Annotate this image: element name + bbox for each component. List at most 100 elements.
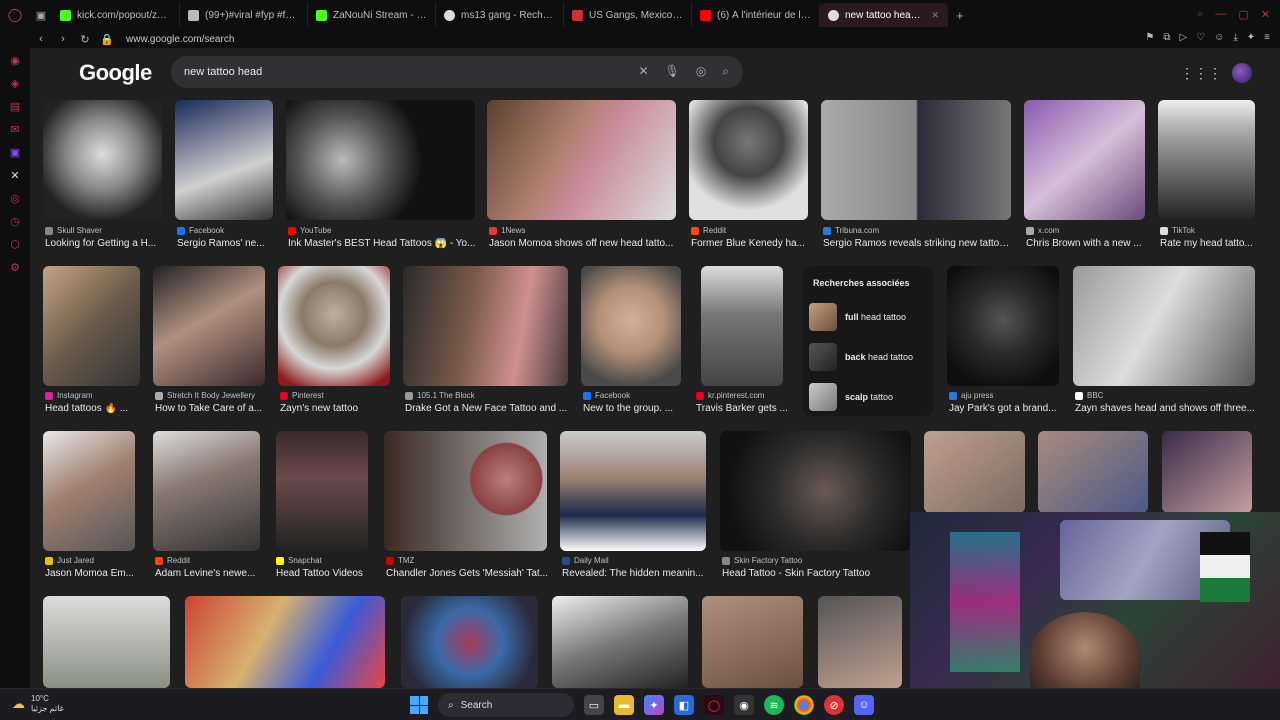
result-image[interactable] [689,100,808,220]
result-image[interactable] [1162,431,1252,513]
tab-2[interactable]: (99+)#viral #fyp #foryou [180,3,308,27]
taskbar-search[interactable]: ⌕ Search [438,693,574,717]
workspaces-icon[interactable]: ▣ [30,9,52,22]
result-image[interactable] [43,100,162,220]
result-title[interactable]: Sergio Ramos' ne... [177,238,277,249]
opera-gx-icon[interactable]: ◯ [704,695,724,715]
clear-icon[interactable]: ✕ [638,64,648,79]
aria-ai-icon[interactable]: ✦ [1247,32,1255,43]
result-image[interactable] [1073,266,1255,386]
spotify-icon[interactable]: ≋ [764,695,784,715]
discord-icon[interactable]: ☺ [854,695,874,715]
result-image[interactable] [43,596,170,688]
search-input[interactable]: new tattoo head [184,66,262,78]
avatar[interactable] [1232,63,1252,83]
bookmark-icon[interactable]: ⚑ [1145,32,1154,43]
twitch-icon[interactable]: ▣ [7,146,23,159]
result-title[interactable]: Head Tattoo Videos [276,568,376,579]
messenger-icon[interactable]: ◈ [7,77,23,90]
result-image[interactable] [278,266,390,386]
related-search-item[interactable]: back head tattoo [809,342,927,372]
tab-6[interactable]: (6) À l'intérieur de la priso [692,3,820,27]
result-image[interactable] [1038,431,1148,513]
result-image[interactable] [924,431,1025,513]
result-title[interactable]: Zayn shaves head and shows off three... [1075,403,1260,414]
result-image[interactable] [401,596,538,688]
result-title[interactable]: Drake Got a New Face Tattoo and ... [405,403,573,414]
result-image[interactable] [947,266,1059,386]
result-image[interactable] [821,100,1011,220]
result-title[interactable]: Ink Master's BEST Head Tattoos 😱 - Yo... [288,238,478,249]
start-button[interactable] [410,696,428,714]
back-icon[interactable]: ‹ [32,33,50,45]
result-title[interactable]: Looking for Getting a H... [45,238,167,249]
obs-icon[interactable]: ◉ [734,695,754,715]
task-view-icon[interactable]: ▭ [584,695,604,715]
tab-1[interactable]: kick.com/popout/zanouni [52,3,180,27]
app-icon[interactable]: ⊘ [824,695,844,715]
copilot-icon[interactable]: ✦ [644,695,664,715]
result-image[interactable] [403,266,568,386]
chrome-icon[interactable] [794,695,814,715]
result-title[interactable]: Jason Momoa Em... [45,568,140,579]
result-image[interactable] [276,431,368,551]
profile-icon[interactable]: ☺ [1214,32,1224,43]
aria-icon[interactable]: ◉ [7,54,23,67]
result-title[interactable]: Jay Park's got a brand... [949,403,1064,414]
reload-icon[interactable]: ↻ [76,33,94,46]
history-icon[interactable]: ◷ [7,215,23,228]
mail-icon[interactable]: ✉ [7,123,23,136]
download-icon[interactable]: ⤓ [1233,32,1237,43]
settings-icon[interactable]: ⚙ [7,261,23,274]
screenshot-icon[interactable]: ⧉ [1163,32,1170,43]
url-field[interactable]: www.google.com/search [126,34,234,45]
result-image[interactable] [43,266,140,386]
tab-7-active[interactable]: new tattoo head - Recherc✕ [820,3,948,27]
result-image[interactable] [818,596,902,688]
result-title[interactable]: Chandler Jones Gets 'Messiah' Tat... [386,568,551,579]
store-icon[interactable]: ◧ [674,695,694,715]
close-tab-icon[interactable]: ✕ [931,10,939,21]
search-tabs-icon[interactable]: ⌕ [1197,8,1203,21]
extensions-icon[interactable]: ⬡ [7,238,23,251]
result-title[interactable]: Head Tattoo - Skin Factory Tattoo [722,568,914,579]
player-icon[interactable]: ◎ [7,192,23,205]
result-image[interactable] [487,100,676,220]
result-image[interactable] [581,266,681,386]
minimize-icon[interactable]: — [1215,8,1226,21]
result-image[interactable] [384,431,547,551]
result-title[interactable]: Jason Momoa shows off new head tatto... [489,238,679,249]
result-image[interactable] [185,596,385,688]
result-title[interactable]: Adam Levine's newe... [155,568,267,579]
result-image[interactable] [1024,100,1145,220]
result-image[interactable] [702,596,803,688]
lens-icon[interactable]: ◎ [696,64,706,79]
result-image[interactable] [720,431,911,551]
file-explorer-icon[interactable]: ▬ [614,695,634,715]
result-title[interactable]: Former Blue Kenedy ha... [691,238,811,249]
tab-5[interactable]: US Gangs, Mexico Cartel [564,3,692,27]
chat-icon[interactable]: ▤ [7,100,23,113]
result-title[interactable]: Head tattoos 🔥 ... [45,403,145,414]
result-image[interactable] [552,596,688,688]
result-image[interactable] [701,266,783,386]
result-image[interactable] [153,431,260,551]
result-title[interactable]: How to Take Care of a... [155,403,270,414]
x-icon[interactable]: ✕ [7,169,23,182]
result-title[interactable]: Zayn's new tattoo [280,403,395,414]
menu-icon[interactable]: ≡ [1264,32,1270,43]
result-image[interactable] [286,100,475,220]
tab-4[interactable]: ms13 gang - Recherche G [436,3,564,27]
apps-grid-icon[interactable]: ⋮⋮⋮ [1180,65,1222,82]
tab-3[interactable]: ZaNouNi Stream - Watch [308,3,436,27]
result-title[interactable]: Sergio Ramos reveals striking new tattoo… [823,238,1013,249]
result-title[interactable]: New to the group. ... [583,403,691,414]
result-image[interactable] [153,266,265,386]
google-logo[interactable]: Google [79,60,152,86]
close-window-icon[interactable]: ✕ [1261,8,1270,21]
result-image[interactable] [175,100,273,220]
result-image[interactable] [43,431,135,551]
new-tab-button[interactable]: + [948,8,972,23]
heart-icon[interactable]: ♡ [1196,32,1205,43]
search-icon[interactable]: ⌕ [722,64,729,79]
